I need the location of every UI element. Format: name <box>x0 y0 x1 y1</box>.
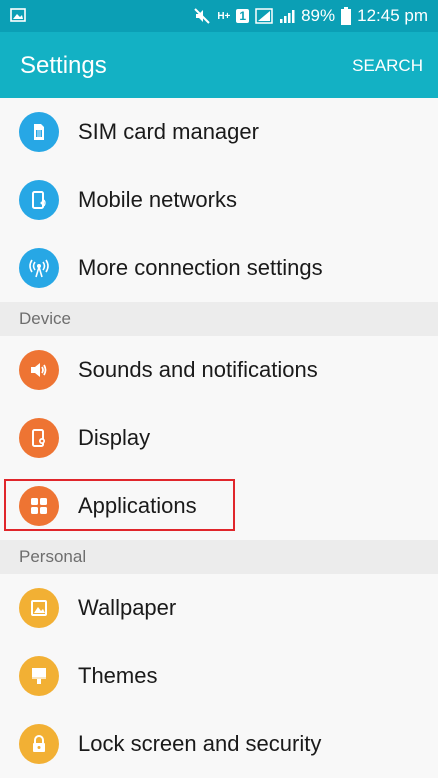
app-bar: Settings SEARCH <box>0 32 438 98</box>
clock: 12:45 pm <box>357 6 428 25</box>
settings-list: SIM card manager Mobile networks More co… <box>0 98 438 778</box>
network-type-label: H+ <box>217 10 231 22</box>
settings-item-label: More connection settings <box>78 255 323 280</box>
settings-item-applications[interactable]: Applications <box>0 472 438 540</box>
themes-icon <box>19 656 59 696</box>
mute-icon <box>193 7 211 25</box>
section-header-device: Device <box>0 302 438 336</box>
signal-strength-icon <box>255 8 273 24</box>
display-icon <box>19 418 59 458</box>
applications-icon <box>19 486 59 526</box>
settings-item-label: SIM card manager <box>78 119 259 144</box>
page-title: Settings <box>20 52 107 79</box>
settings-item-label: Display <box>78 425 151 450</box>
battery-percent: 89% <box>301 6 336 25</box>
settings-item-label: Lock screen and security <box>78 731 322 756</box>
signal-strength-icon-2 <box>279 8 295 24</box>
settings-item-display[interactable]: Display <box>0 404 438 472</box>
settings-item-label: Applications <box>78 493 197 518</box>
settings-item-label: Sounds and notifications <box>78 357 318 382</box>
settings-item-mobile-networks[interactable]: Mobile networks <box>0 166 438 234</box>
battery-icon <box>341 7 352 25</box>
settings-item-sounds-and-notifications[interactable]: Sounds and notifications <box>0 336 438 404</box>
gallery-notification-icon <box>10 8 26 22</box>
sim-slot-badge: 1 <box>236 9 250 23</box>
settings-item-label: Mobile networks <box>78 187 237 212</box>
sim-card-icon <box>19 112 59 152</box>
section-header-personal: Personal <box>0 540 438 574</box>
wallpaper-icon <box>19 588 59 628</box>
settings-item-sim-card-manager[interactable]: SIM card manager <box>0 98 438 166</box>
mobile-networks-icon <box>19 180 59 220</box>
lock-icon <box>19 724 59 764</box>
status-bar: H+ 1 89% 12:45 pm <box>0 0 438 32</box>
settings-item-lock-screen-and-security[interactable]: Lock screen and security <box>0 710 438 778</box>
settings-item-wallpaper[interactable]: Wallpaper <box>0 574 438 642</box>
section-title: Personal <box>19 547 87 566</box>
settings-item-label: Themes <box>78 663 158 688</box>
settings-item-themes[interactable]: Themes <box>0 642 438 710</box>
section-title: Device <box>19 309 71 328</box>
wifi-tower-icon <box>19 248 59 288</box>
settings-item-more-connection-settings[interactable]: More connection settings <box>0 234 438 302</box>
settings-item-label: Wallpaper <box>78 595 177 620</box>
speaker-icon <box>19 350 59 390</box>
search-button[interactable]: SEARCH <box>352 56 423 76</box>
